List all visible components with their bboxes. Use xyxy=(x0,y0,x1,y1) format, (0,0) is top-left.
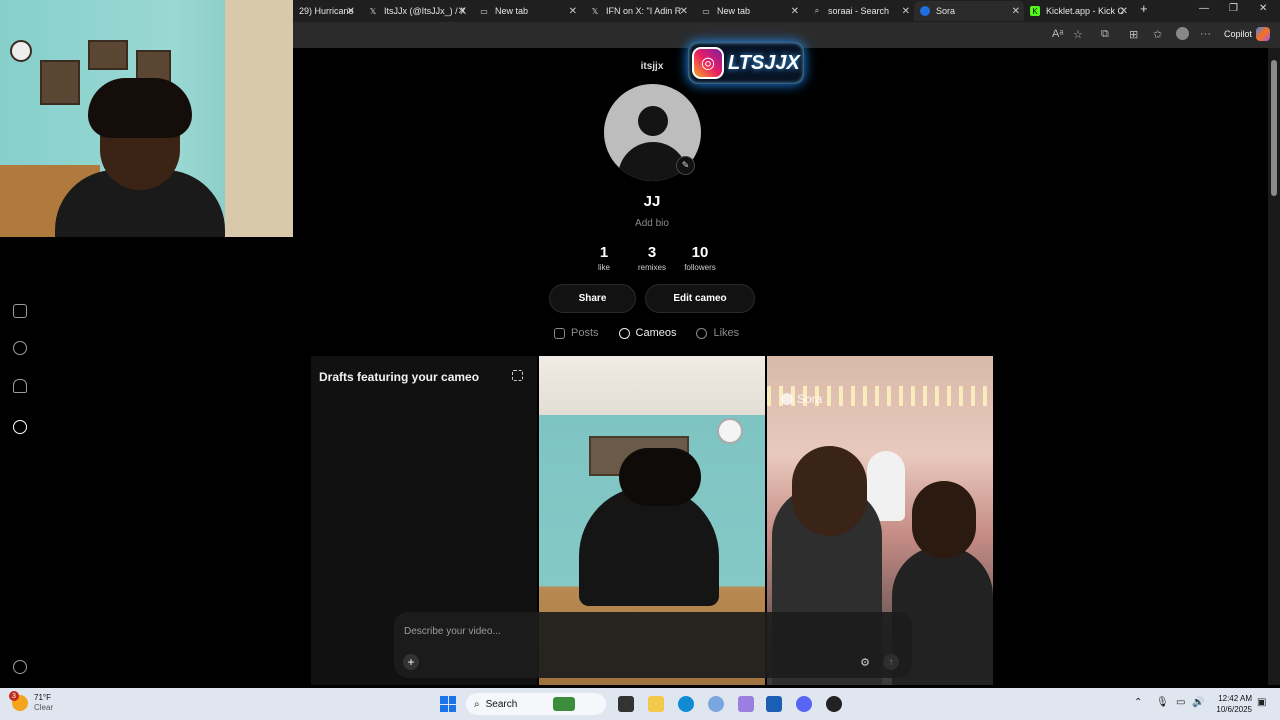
x-icon: 𝕏 xyxy=(369,6,377,16)
scrollbar-thumb[interactable] xyxy=(1271,60,1277,196)
more-icon[interactable]: ··· xyxy=(1200,28,1211,40)
new-tab-icon[interactable]: + xyxy=(1140,1,1148,16)
file-explorer-icon[interactable] xyxy=(648,696,664,712)
favorite-star-icon[interactable]: ☆ xyxy=(1073,28,1083,41)
browser-tab[interactable]: K Kicklet.app - Kick C ✕ xyxy=(1024,1,1132,21)
weather-sun-icon: 3 xyxy=(9,691,28,711)
sora-watermark: Sora xyxy=(781,392,822,406)
cameo-icon xyxy=(618,327,630,339)
search-highlight-icon xyxy=(553,697,576,711)
browser-tab-active[interactable]: Sora ✕ xyxy=(914,1,1024,21)
browser-tab[interactable]: ▭ New tab ✕ xyxy=(695,1,803,21)
tab-posts[interactable]: Posts xyxy=(554,327,599,339)
close-icon[interactable]: ✕ xyxy=(347,6,355,17)
taskbar: 3 71°F Clear ⌕ Search ⌃ 🎙 ▭ 🔊 12:42 AM 1… xyxy=(0,688,1280,720)
network-icon[interactable]: ▭ xyxy=(1176,697,1185,708)
prompt-input[interactable]: Describe your video... xyxy=(404,626,501,637)
browser-tab[interactable]: 𝕏 IFN on X: "I Adin R ✕ xyxy=(584,1,692,21)
read-aloud-icon[interactable]: Aᵃ xyxy=(1052,28,1063,40)
close-icon[interactable]: ✕ xyxy=(458,6,466,17)
browser-tab[interactable]: ⌕ soraai - Search ✕ xyxy=(806,1,914,21)
app-icon[interactable] xyxy=(738,696,754,712)
extensions-icon[interactable]: ⧉ xyxy=(1101,28,1109,41)
person-head-shape xyxy=(912,481,976,559)
tab-icon: ▭ xyxy=(702,6,710,16)
heart-icon xyxy=(696,327,708,339)
close-window-icon[interactable]: ✕ xyxy=(1259,3,1267,14)
chevron-up-icon[interactable]: ⌃ xyxy=(1134,697,1142,708)
share-button[interactable]: Share xyxy=(549,284,636,313)
edge-browser-icon[interactable] xyxy=(678,696,694,712)
scrollbar[interactable] xyxy=(1268,48,1280,685)
wall-clock-shape xyxy=(717,418,743,444)
profile-username: itsjjx xyxy=(640,61,664,72)
search-icon: ⌕ xyxy=(814,6,820,15)
notification-badge: 3 xyxy=(9,691,19,701)
tab-icon: ▭ xyxy=(480,6,488,16)
bell-icon[interactable] xyxy=(13,379,27,393)
play-icon[interactable] xyxy=(13,304,27,318)
drafts-icon xyxy=(512,370,523,381)
search-icon: ⌕ xyxy=(474,698,480,710)
app-icon[interactable] xyxy=(826,696,842,712)
stat-followers[interactable]: 10 followers xyxy=(670,244,730,272)
tab-likes[interactable]: Likes xyxy=(696,327,739,339)
copilot-button[interactable]: Copilot xyxy=(1224,27,1271,41)
taskbar-search[interactable]: ⌕ Search xyxy=(466,693,606,715)
send-arrow-icon[interactable]: ↑ xyxy=(883,654,899,670)
copilot-icon xyxy=(1256,27,1271,41)
close-icon[interactable]: ✕ xyxy=(569,6,577,17)
sora-logo-icon xyxy=(781,393,793,405)
add-bio-link[interactable]: Add bio xyxy=(602,218,702,229)
tab-cameos[interactable]: Cameos xyxy=(618,327,676,339)
browser-tab[interactable]: 29) Hurricane ✕ xyxy=(293,1,359,21)
person-hair-shape xyxy=(619,448,701,506)
profile-tabs: Posts Cameos Likes xyxy=(554,327,739,339)
display-name: JJ xyxy=(643,193,661,210)
more-options-icon[interactable] xyxy=(13,660,27,674)
edit-avatar-icon[interactable]: ✎ xyxy=(676,156,695,175)
volume-icon[interactable]: 🔊 xyxy=(1192,697,1204,708)
add-icon[interactable]: + xyxy=(403,654,419,670)
close-icon[interactable]: ✕ xyxy=(680,6,688,17)
discord-icon[interactable] xyxy=(796,696,812,712)
task-view-icon[interactable] xyxy=(618,696,634,712)
close-icon[interactable]: ✕ xyxy=(791,6,799,17)
kick-icon: K xyxy=(1030,6,1040,16)
system-clock[interactable]: 12:42 AM 10/6/2025 xyxy=(1212,693,1252,715)
person-hair-shape xyxy=(88,78,192,138)
weather-widget[interactable]: 3 71°F Clear xyxy=(9,691,53,713)
person-head-shape xyxy=(792,446,867,536)
notification-bell-icon[interactable]: ▣ xyxy=(1257,697,1266,708)
favorites-icon[interactable]: ✩ xyxy=(1153,28,1162,41)
settings-sliders-icon[interactable]: ⚙ xyxy=(857,654,873,670)
close-icon[interactable]: ✕ xyxy=(1120,6,1128,17)
split-screen-icon[interactable]: ⊞ xyxy=(1129,28,1138,41)
browser-tab[interactable]: ▭ New tab ✕ xyxy=(473,1,581,21)
browser-tab[interactable]: 𝕏 ItsJJx (@ItsJJx_) / X ✕ xyxy=(362,1,470,21)
edit-cameo-button[interactable]: Edit cameo xyxy=(645,284,755,313)
avatar-head-shape xyxy=(638,106,668,136)
x-icon: 𝕏 xyxy=(591,6,599,16)
close-icon[interactable]: ✕ xyxy=(902,6,910,17)
instagram-icon: ◎ xyxy=(692,47,724,79)
overlay-handle: LTSJJX xyxy=(728,51,800,74)
drafts-title: Drafts featuring your cameo xyxy=(319,370,480,384)
sora-icon xyxy=(920,6,930,16)
door-shape xyxy=(225,0,293,237)
microphone-icon[interactable]: 🎙 xyxy=(1156,697,1169,708)
minimize-icon[interactable]: — xyxy=(1199,3,1209,14)
prompt-composer[interactable]: Describe your video... + ⚙ ↑ xyxy=(394,612,912,678)
webcam-overlay xyxy=(0,0,293,237)
profile-icon[interactable] xyxy=(1176,27,1189,40)
search-icon[interactable] xyxy=(13,341,27,355)
instagram-overlay: ◎ LTSJJX xyxy=(688,42,804,84)
app-icon[interactable] xyxy=(708,696,724,712)
posts-icon xyxy=(554,327,565,339)
store-icon[interactable] xyxy=(766,696,782,712)
restore-icon[interactable]: ❐ xyxy=(1229,3,1238,14)
close-icon[interactable]: ✕ xyxy=(1012,6,1020,17)
windows-start-icon[interactable] xyxy=(440,696,456,712)
profile-nav-icon[interactable] xyxy=(13,420,27,434)
